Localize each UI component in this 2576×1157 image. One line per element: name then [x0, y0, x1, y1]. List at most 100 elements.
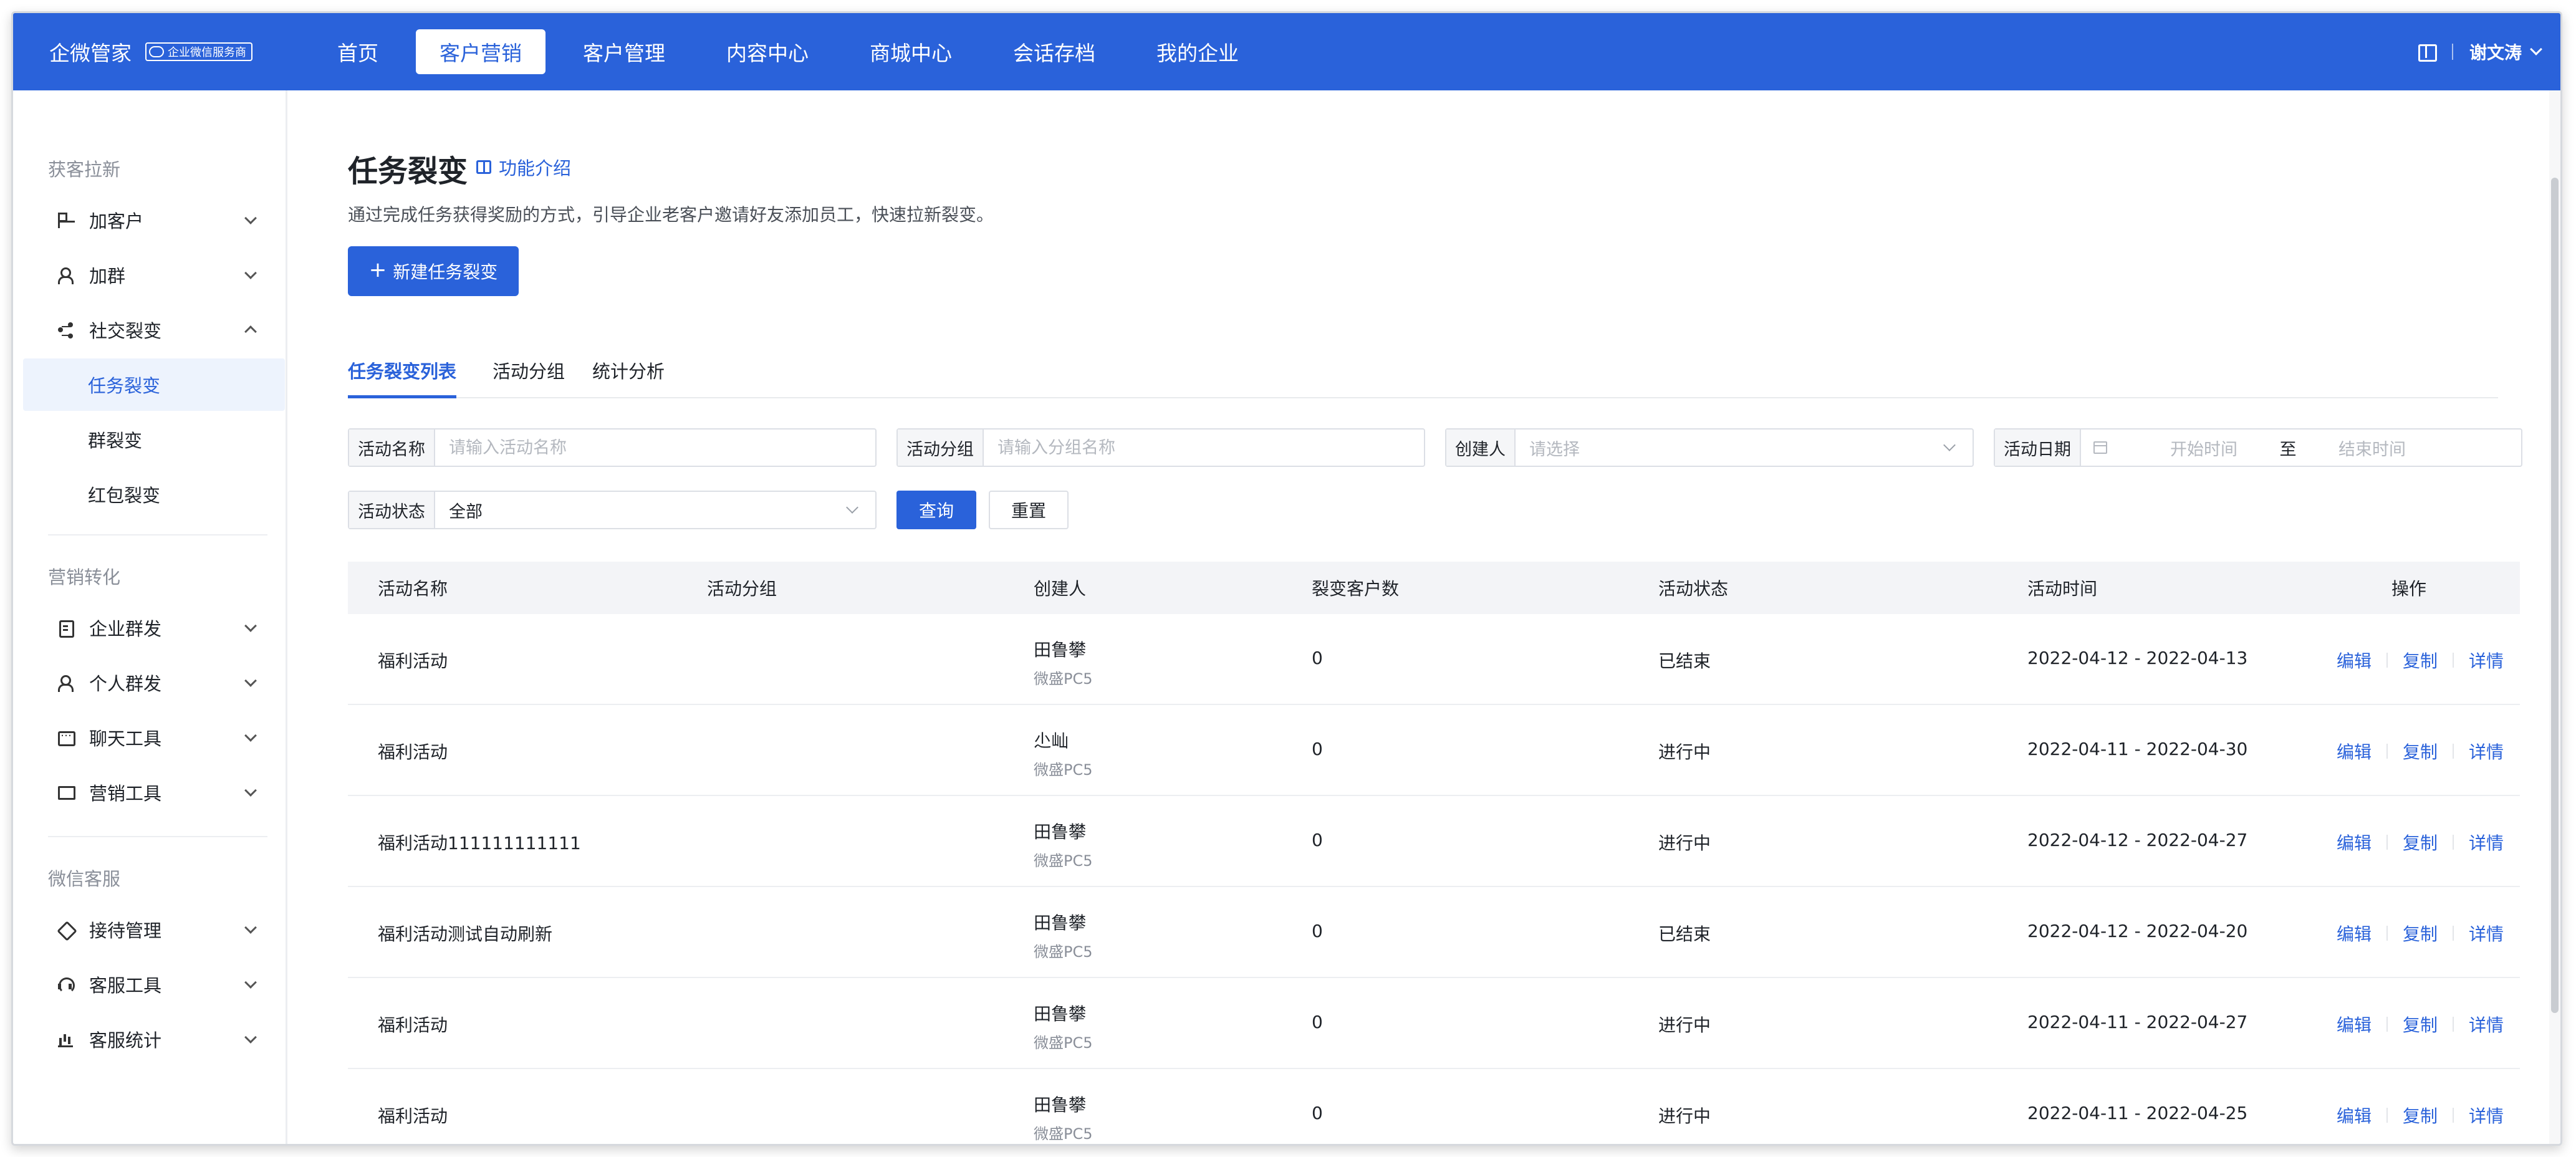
- sidebar-item-social-fission[interactable]: 社交裂变: [23, 304, 285, 356]
- creator-cell: 尐屾 微盛PC5: [1034, 727, 1093, 779]
- tab-statistics[interactable]: 统计分析: [592, 357, 665, 398]
- details-link[interactable]: 详情: [2469, 921, 2504, 946]
- filter-label: 活动状态: [349, 492, 435, 528]
- sidebar-item-label: 加客户: [89, 211, 144, 232]
- reset-button[interactable]: 重置: [989, 491, 1069, 529]
- edit-link[interactable]: 编辑: [2337, 921, 2372, 946]
- sidebar-item-task-fission[interactable]: 任务裂变: [23, 358, 285, 411]
- fission-count-cell: 0: [1312, 1012, 1323, 1032]
- edit-link[interactable]: 编辑: [2337, 739, 2372, 764]
- sidebar-item-label: 社交裂变: [89, 320, 162, 342]
- edit-link[interactable]: 编辑: [2337, 830, 2372, 855]
- sidebar-item-chat-tools[interactable]: 聊天工具: [23, 711, 285, 764]
- sidebar-item-service-tools[interactable]: 客服工具: [23, 958, 285, 1011]
- sidebar-item-label: 营销工具: [89, 783, 162, 804]
- creator-cell: 田鲁攀 微盛PC5: [1034, 1001, 1093, 1052]
- column-header: 活动时间: [2027, 578, 2098, 599]
- copy-link[interactable]: 复制: [2403, 830, 2438, 855]
- book-icon: [476, 160, 491, 174]
- sidebar-item-add-customer[interactable]: 加客户: [23, 194, 285, 246]
- new-task-fission-button[interactable]: + 新建任务裂变: [348, 246, 519, 296]
- page-description: 通过完成任务获得奖励的方式，引导企业老客户邀请好友添加员工，快速拉新裂变。: [348, 204, 994, 225]
- person-icon: [58, 675, 74, 692]
- row-actions: 编辑 复制 详情: [2337, 648, 2504, 673]
- scrollbar-track[interactable]: [2549, 90, 2560, 1144]
- details-link[interactable]: 详情: [2469, 830, 2504, 855]
- sidebar-item-add-group[interactable]: 加群: [23, 249, 285, 301]
- nav-my-enterprise[interactable]: 我的企业: [1133, 29, 1262, 74]
- start-date-input[interactable]: 开始时间: [2132, 436, 2276, 460]
- activity-name-input[interactable]: [435, 430, 875, 466]
- nav-customer-marketing[interactable]: 客户营销: [416, 29, 545, 74]
- copy-link[interactable]: 复制: [2403, 739, 2438, 764]
- nav-chat-archive[interactable]: 会话存档: [989, 29, 1119, 74]
- chevron-down-icon: [244, 729, 257, 742]
- sidebar-item-marketing-tools[interactable]: 营销工具: [23, 766, 285, 819]
- tag-icon: [58, 922, 73, 937]
- table-row: 福利活动 田鲁攀 微盛PC5 0 已结束 2022-04-12 - 2022-0…: [348, 614, 2520, 705]
- divider: [2453, 835, 2454, 850]
- divider: [2386, 744, 2388, 759]
- edit-link[interactable]: 编辑: [2337, 648, 2372, 673]
- chevron-down-icon: [846, 501, 858, 514]
- filter-label: 创建人: [1446, 430, 1516, 466]
- copy-link[interactable]: 复制: [2403, 648, 2438, 673]
- details-link[interactable]: 详情: [2469, 1012, 2504, 1037]
- divider: [2451, 44, 2453, 60]
- edit-link[interactable]: 编辑: [2337, 1103, 2372, 1128]
- sidebar-item-service-stats[interactable]: 客服统计: [23, 1013, 285, 1065]
- tab-activity-groups[interactable]: 活动分组: [493, 357, 565, 398]
- brand-name: 企微管家: [49, 41, 132, 65]
- scrollbar-thumb[interactable]: [2551, 178, 2559, 1013]
- sidebar-item-reception[interactable]: 接待管理: [23, 903, 285, 956]
- end-date-input[interactable]: 结束时间: [2300, 436, 2444, 460]
- feature-intro-label: 功能介绍: [499, 158, 572, 179]
- sidebar-item-enterprise-broadcast[interactable]: 企业群发: [23, 602, 285, 654]
- query-button[interactable]: 查询: [896, 491, 976, 529]
- nav-mall-center[interactable]: 商城中心: [846, 29, 976, 74]
- brand[interactable]: 企微管家 企业微信服务商: [49, 13, 252, 90]
- creator-name: 田鲁攀: [1034, 913, 1087, 933]
- details-link[interactable]: 详情: [2469, 739, 2504, 764]
- copy-link[interactable]: 复制: [2403, 921, 2438, 946]
- nav-home[interactable]: 首页: [314, 29, 402, 74]
- chevron-down-icon: [1943, 439, 1956, 451]
- feature-intro-link[interactable]: 功能介绍: [476, 154, 571, 180]
- divider: [2386, 1108, 2388, 1123]
- tab-task-list[interactable]: 任务裂变列表: [348, 357, 457, 398]
- row-actions: 编辑 复制 详情: [2337, 739, 2504, 764]
- copy-link[interactable]: 复制: [2403, 1012, 2438, 1037]
- nav-customer-management[interactable]: 客户管理: [559, 29, 689, 74]
- sidebar-item-redpacket-fission[interactable]: 红包裂变: [23, 468, 285, 521]
- activity-status-filter[interactable]: 活动状态 全部: [348, 491, 877, 529]
- time-cell: 2022-04-11 - 2022-04-27: [2027, 1012, 2248, 1032]
- date-range-picker[interactable]: 开始时间 至 结束时间: [2081, 436, 2521, 460]
- copy-link[interactable]: 复制: [2403, 1103, 2438, 1128]
- status-cell: 进行中: [1658, 742, 1711, 762]
- divider: [2453, 1108, 2454, 1123]
- chevron-down-icon: [244, 675, 257, 687]
- details-link[interactable]: 详情: [2469, 648, 2504, 673]
- sidebar-divider: [48, 836, 267, 837]
- chevron-down-icon: [244, 784, 257, 797]
- column-header: 操作: [2391, 578, 2427, 599]
- creator-select-placeholder[interactable]: 请选择: [1516, 436, 1945, 460]
- sidebar-item-group-fission[interactable]: 群裂变: [23, 413, 285, 466]
- chevron-down-icon[interactable]: [2530, 43, 2542, 55]
- activity-status-select[interactable]: 全部: [435, 498, 848, 522]
- sidebar-item-personal-broadcast[interactable]: 个人群发: [23, 656, 285, 709]
- creator-org: 微盛PC5: [1034, 761, 1093, 779]
- top-navigation-bar: 企微管家 企业微信服务商 首页 客户营销 客户管理 内容中心 商城中心 会话存档…: [13, 13, 2560, 90]
- column-header: 活动分组: [707, 578, 777, 599]
- edit-link[interactable]: 编辑: [2337, 1012, 2372, 1037]
- user-name[interactable]: 谢文涛: [2469, 39, 2522, 64]
- row-actions: 编辑 复制 详情: [2337, 1103, 2504, 1128]
- row-actions: 编辑 复制 详情: [2337, 1012, 2504, 1037]
- creator-filter[interactable]: 创建人 请选择: [1445, 428, 1974, 467]
- nav-content-center[interactable]: 内容中心: [703, 29, 832, 74]
- creator-name: 尐屾: [1034, 731, 1069, 751]
- details-link[interactable]: 详情: [2469, 1103, 2504, 1128]
- activity-group-input[interactable]: [984, 430, 1424, 466]
- task-fission-table: 活动名称 活动分组 创建人 裂变客户数 活动状态 活动时间 操作 福利活动 田鲁…: [348, 562, 2520, 1144]
- help-book-icon[interactable]: [2417, 42, 2437, 62]
